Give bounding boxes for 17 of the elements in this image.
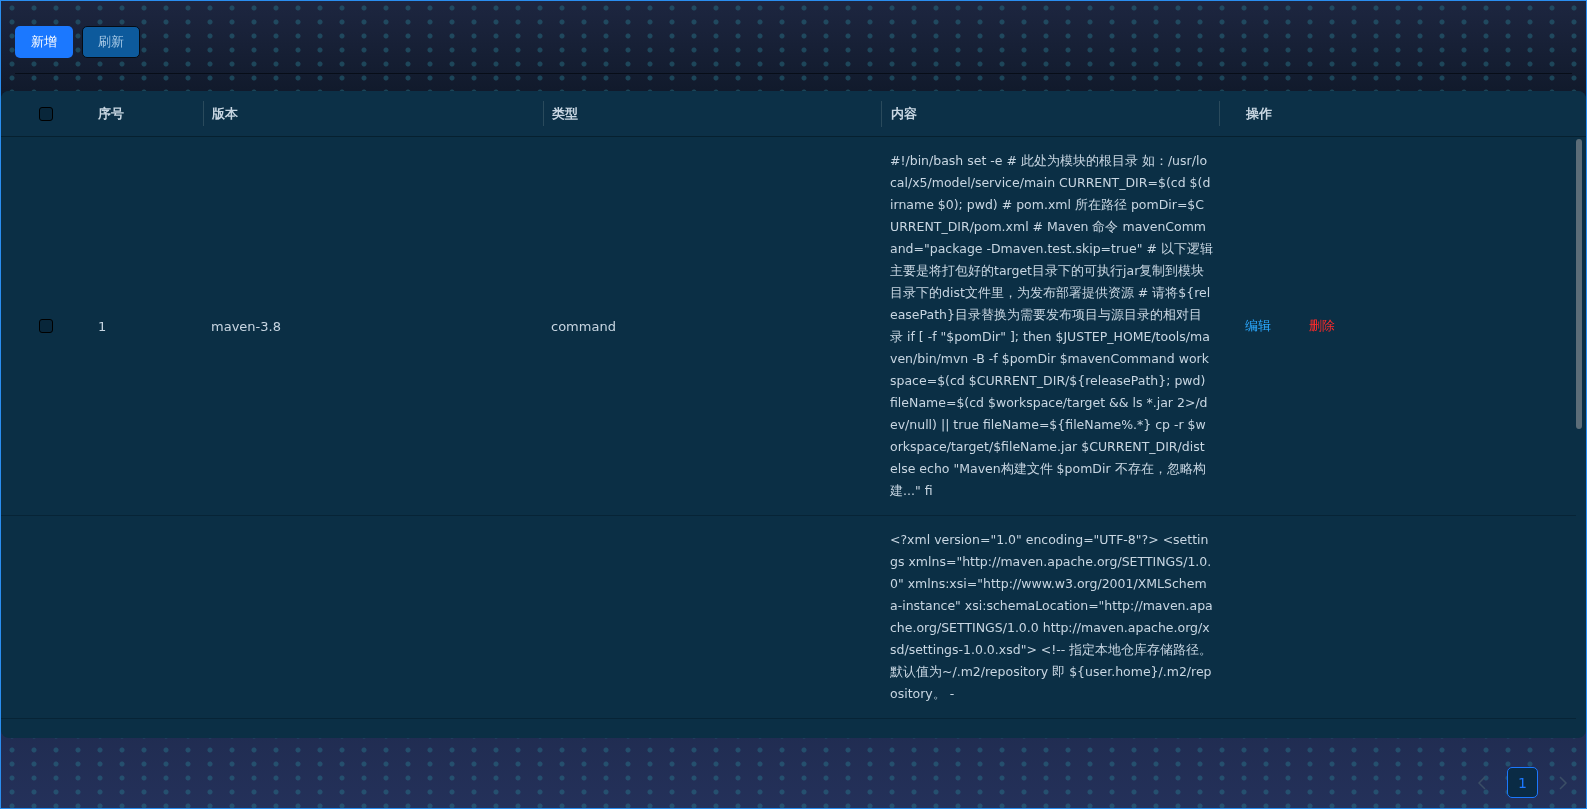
version-cell: maven-3.8	[211, 318, 281, 334]
row-checkbox[interactable]	[38, 319, 53, 333]
actions-header: 操作	[1246, 104, 1272, 123]
index-cell: 1	[98, 318, 107, 334]
type-cell: command	[551, 318, 616, 334]
toolbar-button[interactable]: 刷新	[82, 26, 140, 58]
version-header: 版本	[212, 104, 238, 123]
content-cell-text: <?xml version="1.0" encoding="UTF-8"?> <settings xmlns="http://maven.apache.org/SETTINGS/1.0.0" xmlns:xsi="http://www.w3.org/2001/XMLSchema-instance" xsi:schemaLocation="http://maven.apache.org/SETTINGS/1.0.0 http://maven.apache.org/xsd/settings-1.0.0.xsd"> <!-- 指定本地仓库存储路径。默认值为~/.m2/repository 即 ${user.home}/.m2/repository。 -	[890, 531, 1213, 703]
action-link[interactable]: 编辑	[1245, 317, 1271, 335]
page-button[interactable]: 1	[1507, 767, 1538, 798]
content-cell-text: #!/bin/bash set -e # 此处为模块的根目录 如：/usr/local/x5/model/service/main CURRENT_DIR=$(cd $(dirname $0); pwd) # pom.xml 所在路径 pomDir=$CURRENT_DIR/pom.xml # Maven 命令 mavenCommand="package -Dmaven.test.skip=true" # 以下逻辑主要是将打包好的target目录下的可执行jar复制到模块目录下的dist文件里，为发布部署提供资源 # 请将${releasePath}目录替换为需要发布项目与源目录的相对目录 if [ -f "$pomDir" ]; then $JUSTEP_HOME/tools/maven/bin/mvn -B -f $pomDir $mavenCommand workspace=$(cd $CURRENT_DIR/${releasePath}; pwd) fileName=$(cd $workspace/target && ls *.jar 2>/dev/null) || true fileName=${fileName%.*} cp -r $workspace/target/$fileName.jar $CURRENT_DIR/dist else echo "Maven构建文件 $pomDir 不存在，忽略构建..." fi	[890, 152, 1213, 500]
select-all-checkbox[interactable]	[38, 106, 53, 121]
type-header: 类型	[552, 104, 578, 123]
action-link[interactable]: 删除	[1309, 317, 1335, 335]
index-header: 序号	[98, 104, 124, 123]
content-header: 内容	[891, 104, 917, 123]
toolbar-button[interactable]: 新增	[15, 26, 73, 58]
